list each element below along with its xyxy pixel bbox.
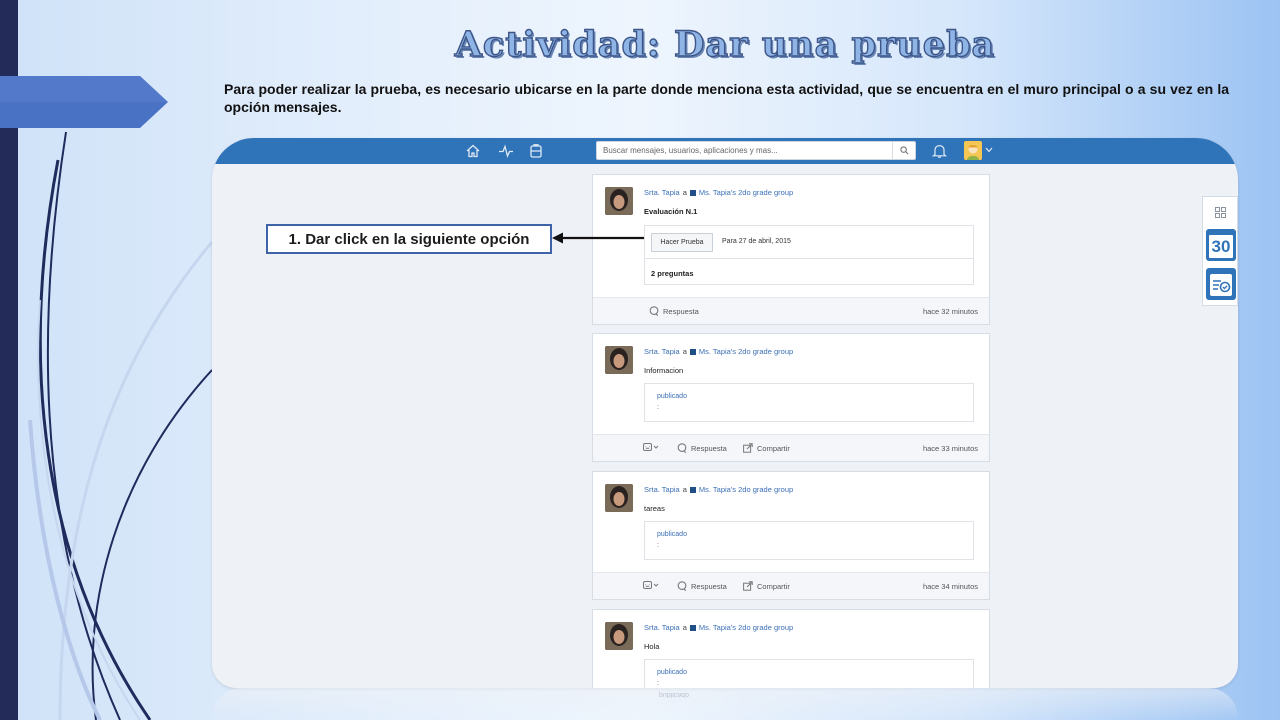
post-title: Hola <box>644 642 660 651</box>
bell-icon[interactable] <box>932 143 947 159</box>
apps-grid-icon[interactable] <box>1215 207 1226 218</box>
group-link[interactable]: Ms. Tapia's 2do grade group <box>699 188 793 197</box>
group-link[interactable]: Ms. Tapia's 2do grade group <box>699 485 793 494</box>
quiz-box: Hacer Prueba Para 27 de abril, 2015 2 pr… <box>644 225 974 285</box>
author-link[interactable]: Srta. Tapia <box>644 188 680 197</box>
app-screenshot: 30 Srta. TapiaaMs. Tapia's 2do grade gro… <box>212 138 1238 688</box>
backpack-icon[interactable] <box>528 143 544 159</box>
reply-action[interactable]: Respuesta <box>677 443 727 453</box>
author-avatar[interactable] <box>605 187 633 215</box>
post-evaluation: Srta. Tapia a Ms. Tapia's 2do grade group … <box>592 174 990 325</box>
reply-icon <box>649 306 659 316</box>
reply-icon <box>677 443 687 453</box>
emoji-icon <box>643 581 659 589</box>
share-icon <box>743 581 753 591</box>
slide-intro-text: Para poder realizar la prueba, es necesa… <box>224 81 1229 115</box>
share-action[interactable]: Compartir <box>743 443 790 453</box>
post-time: hace 34 minutos <box>922 582 978 591</box>
chevron-down-icon[interactable] <box>985 147 993 153</box>
post-attachment-box: publicado : <box>644 659 974 688</box>
group-link[interactable]: Ms. Tapia's 2do grade group <box>699 347 793 356</box>
post-time: hace 33 minutos <box>922 444 978 453</box>
search-button[interactable] <box>892 142 915 159</box>
post-hola: Srta. Tapia a Ms. Tapia's 2do grade group … <box>592 609 990 688</box>
search-input[interactable] <box>597 142 892 159</box>
callout-arrow <box>552 232 644 244</box>
post-title: Informacion <box>644 366 684 375</box>
quiz-due-date: Para 27 de abril, 2015 <box>722 238 791 245</box>
post-title: Evaluación N.1 <box>644 207 698 216</box>
decorative-swooshes <box>28 131 214 720</box>
emoji-icon <box>643 443 659 451</box>
author-link[interactable]: Srta. Tapia <box>644 485 680 494</box>
activity-icon[interactable] <box>498 143 514 159</box>
post-attachment-box: publicado : <box>644 383 974 422</box>
post-time: hace 32 minutos <box>922 307 978 316</box>
reply-action[interactable]: Respuesta <box>677 581 727 591</box>
post-informacion: Srta. Tapia a Ms. Tapia's 2do grade group … <box>592 333 990 462</box>
author-link[interactable]: Srta. Tapia <box>644 347 680 356</box>
published-link[interactable]: publicado <box>657 393 687 400</box>
post-meta: Srta. Tapia a Ms. Tapia's 2do grade group <box>644 347 794 356</box>
instruction-callout: 1. Dar click en la siguiente opción <box>266 224 552 254</box>
post-footer: Respuesta Compartir hace 33 minutos <box>593 434 989 461</box>
post-meta: Srta. Tapia a Ms. Tapia's 2do grade group <box>644 188 794 197</box>
post-tareas: Srta. Tapia a Ms. Tapia's 2do grade group … <box>592 471 990 600</box>
reply-icon <box>677 581 687 591</box>
author-avatar[interactable] <box>605 484 633 512</box>
screenshot-reflection: publicado <box>212 688 1238 720</box>
author-link[interactable]: Srta. Tapia <box>644 623 680 632</box>
checklist-icon[interactable] <box>1206 268 1236 300</box>
post-footer: Respuesta Compartir hace 34 minutos <box>593 572 989 599</box>
post-meta: Srta. Tapia a Ms. Tapia's 2do grade group <box>644 485 794 494</box>
reaction-action[interactable] <box>643 443 659 452</box>
post-title: tareas <box>644 504 665 513</box>
calendar-icon[interactable]: 30 <box>1206 229 1236 261</box>
published-link[interactable]: publicado <box>657 531 687 538</box>
author-avatar[interactable] <box>605 346 633 374</box>
published-link[interactable]: publicado <box>657 669 687 676</box>
post-attachment-box: publicado : <box>644 521 974 560</box>
slide-title: Actividad: Dar una prueba <box>454 23 996 65</box>
post-footer: Respuesta hace 32 minutos <box>593 297 989 324</box>
home-icon[interactable] <box>465 143 481 159</box>
take-quiz-button[interactable]: Hacer Prueba <box>651 233 713 252</box>
share-icon <box>743 443 753 453</box>
calendar-number: 30 <box>1211 237 1231 256</box>
reply-action[interactable]: Respuesta <box>649 306 699 316</box>
author-avatar[interactable] <box>605 622 633 650</box>
quiz-question-count: 2 preguntas <box>651 269 694 278</box>
search-box <box>596 141 916 160</box>
group-link[interactable]: Ms. Tapia's 2do grade group <box>699 623 793 632</box>
side-tools-panel: 30 <box>1202 196 1238 306</box>
avatar-icon[interactable] <box>964 141 982 160</box>
share-action[interactable]: Compartir <box>743 581 790 591</box>
reaction-action[interactable] <box>643 581 659 590</box>
post-meta: Srta. Tapia a Ms. Tapia's 2do grade group <box>644 623 794 632</box>
search-icon <box>899 146 908 155</box>
app-topbar <box>212 138 1238 164</box>
